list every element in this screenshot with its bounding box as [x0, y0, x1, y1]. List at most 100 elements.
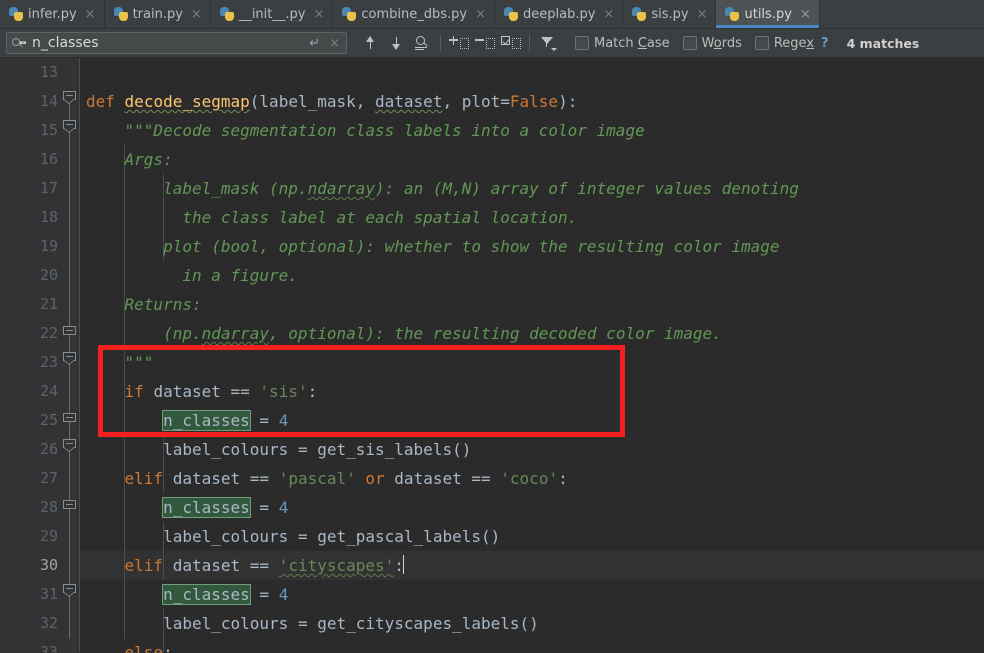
tab-label: utils.py: [744, 6, 792, 22]
code-line[interactable]: 28 n_classes = 4: [0, 493, 984, 522]
fold-marker-expand[interactable]: [63, 496, 76, 509]
code-lines[interactable]: 13 14 def decode_segmap(label_mask, data…: [0, 58, 984, 653]
code-line[interactable]: 32 label_colours = get_cityscapes_labels…: [0, 609, 984, 638]
code-line[interactable]: 21 Returns:: [0, 290, 984, 319]
tab-label: combine_dbs.py: [361, 6, 468, 22]
editor-tab-bar: infer.py × train.py × __init__.py × comb…: [0, 0, 984, 29]
python-file-icon: [113, 7, 128, 21]
search-match-highlight: n_classes: [162, 410, 251, 431]
line-number: 13: [39, 63, 58, 81]
code-line[interactable]: 19 plot (bool, optional): whether to sho…: [0, 232, 984, 261]
fold-marker-collapse[interactable]: [63, 91, 76, 104]
python-file-icon: [504, 7, 518, 21]
tab-train-py[interactable]: train.py ×: [105, 0, 211, 28]
filter-button[interactable]: [535, 32, 561, 54]
line-content: label_colours = get_pascal_labels(): [163, 527, 501, 546]
code-line[interactable]: 15 """Decode segmentation class labels i…: [0, 116, 984, 145]
close-icon[interactable]: ×: [474, 8, 487, 21]
fold-marker-expand[interactable]: [63, 409, 76, 422]
clear-search-icon[interactable]: ×: [327, 36, 342, 51]
close-icon[interactable]: ×: [799, 8, 812, 21]
search-icon[interactable]: [12, 37, 26, 50]
code-editor[interactable]: 13 14 def decode_segmap(label_mask, data…: [0, 58, 984, 653]
tab-label: infer.py: [28, 6, 77, 22]
code-line-current[interactable]: 30 elif dataset == 'cityscapes':: [0, 551, 984, 580]
arrow-down-icon: [391, 36, 402, 50]
code-line[interactable]: 22 (np.ndarray, optional): the resulting…: [0, 319, 984, 348]
python-file-icon: [632, 7, 647, 21]
line-content: the class label at each spatial location…: [86, 208, 578, 227]
text-caret: [402, 555, 405, 574]
line-content: """: [86, 353, 154, 372]
enter-icon[interactable]: ↵: [306, 36, 323, 51]
line-number: 27: [39, 469, 58, 487]
remove-selection-icon: [475, 36, 495, 51]
code-line[interactable]: 27 elif dataset == 'pascal' or dataset =…: [0, 464, 984, 493]
code-line[interactable]: 16 Args:: [0, 145, 984, 174]
regex-checkbox[interactable]: Regex: [754, 36, 814, 51]
words-checkbox[interactable]: Words: [682, 35, 742, 51]
line-content: label_colours = get_cityscapes_labels(): [163, 614, 539, 633]
code-folding-column[interactable]: [63, 58, 77, 653]
find-next-button[interactable]: [383, 32, 409, 54]
line-number: 31: [39, 585, 58, 603]
select-all-occurrences-button[interactable]: [409, 32, 435, 54]
python-file-icon: [219, 7, 234, 21]
words-label: Words: [701, 35, 742, 51]
tab-label: sis.py: [651, 6, 689, 22]
tab-init-py[interactable]: __init__.py ×: [211, 0, 334, 28]
line-number: 16: [39, 150, 58, 168]
find-previous-button[interactable]: [357, 32, 383, 54]
add-selection-button[interactable]: [446, 32, 472, 54]
code-line[interactable]: 33 else:: [0, 638, 984, 653]
close-icon[interactable]: ×: [190, 8, 203, 21]
search-input-value: n_classes: [32, 35, 99, 51]
line-content: if dataset == 'sis':: [124, 382, 318, 401]
line-number: 15: [39, 121, 58, 139]
code-line[interactable]: 25 n_classes = 4: [0, 406, 984, 435]
code-line[interactable]: 31 n_classes = 4: [0, 580, 984, 609]
fold-marker-collapse[interactable]: [63, 120, 76, 133]
code-line[interactable]: 26 label_colours = get_sis_labels(): [0, 435, 984, 464]
line-content: label_mask (np.ndarray): an (M,N) array …: [86, 179, 799, 198]
close-icon[interactable]: ×: [696, 8, 709, 21]
line-number: 22: [39, 324, 58, 342]
help-icon[interactable]: ?: [821, 36, 829, 51]
match-case-checkbox[interactable]: Match Case: [575, 36, 670, 51]
tab-infer-py[interactable]: infer.py ×: [0, 0, 105, 28]
code-line[interactable]: 14 def decode_segmap(label_mask, dataset…: [0, 87, 984, 116]
python-file-icon: [725, 7, 740, 21]
fold-marker-collapse[interactable]: [63, 439, 76, 452]
code-line[interactable]: 24 if dataset == 'sis':: [0, 377, 984, 406]
search-match-highlight: n_classes: [162, 584, 251, 605]
code-line[interactable]: 29 label_colours = get_pascal_labels(): [0, 522, 984, 551]
line-number: 33: [39, 643, 58, 653]
close-icon[interactable]: ×: [84, 8, 97, 21]
add-selection-icon: [449, 35, 469, 51]
fold-marker-collapse[interactable]: [63, 584, 76, 597]
line-number: 20: [39, 266, 58, 284]
filter-icon: [540, 36, 557, 51]
fold-marker-collapse[interactable]: [63, 352, 76, 365]
tab-utils-py[interactable]: utils.py ×: [716, 0, 820, 28]
fold-marker-expand[interactable]: [63, 322, 76, 335]
select-all-button[interactable]: [498, 32, 524, 54]
close-icon[interactable]: ×: [602, 8, 615, 21]
code-line[interactable]: 13: [0, 58, 984, 87]
code-line[interactable]: 18 the class label at each spatial locat…: [0, 203, 984, 232]
line-number: 30: [39, 556, 58, 574]
select-all-icon: [501, 35, 521, 51]
line-number: 26: [39, 440, 58, 458]
search-input[interactable]: n_classes ↵ ×: [6, 32, 347, 54]
tab-sis-py[interactable]: sis.py ×: [623, 0, 717, 28]
close-icon[interactable]: ×: [312, 8, 325, 21]
remove-selection-button[interactable]: [472, 32, 498, 54]
code-line[interactable]: 20 in a figure.: [0, 261, 984, 290]
code-line[interactable]: 17 label_mask (np.ndarray): an (M,N) arr…: [0, 174, 984, 203]
code-line[interactable]: 23 """: [0, 348, 984, 377]
ide-window: infer.py × train.py × __init__.py × comb…: [0, 0, 984, 653]
tab-deeplab-py[interactable]: deeplab.py ×: [495, 0, 624, 28]
tab-combine-dbs-py[interactable]: combine_dbs.py ×: [333, 0, 495, 28]
line-number: 32: [39, 614, 58, 632]
line-number: 25: [39, 411, 58, 429]
